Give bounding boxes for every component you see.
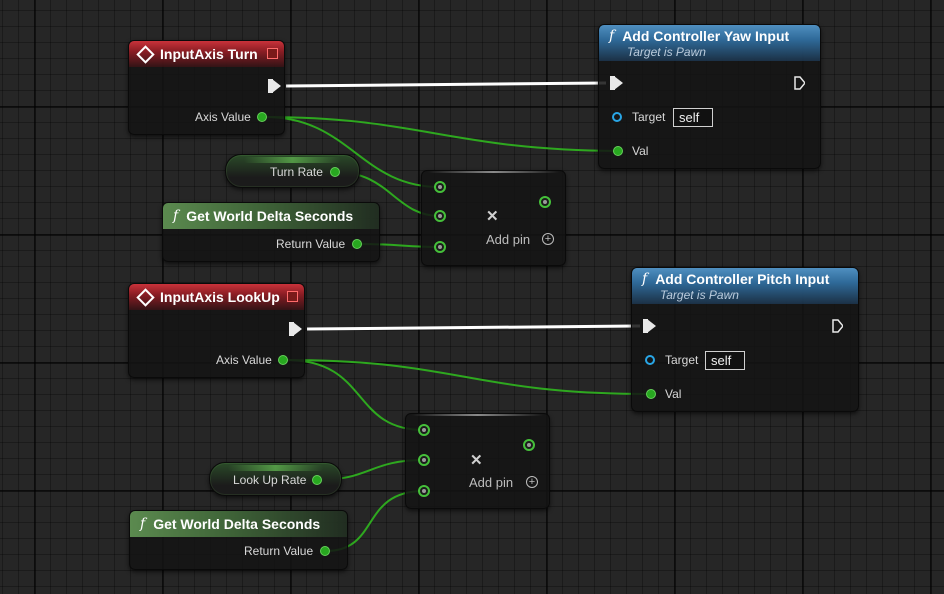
axis-value-pin[interactable]	[278, 355, 288, 365]
node-title: Get World Delta Seconds	[186, 208, 354, 224]
event-icon	[136, 44, 155, 64]
val-pin[interactable]	[613, 146, 623, 156]
multiply-output-pin[interactable]	[539, 196, 551, 208]
node-title: Get World Delta Seconds	[153, 516, 321, 532]
return-value-pin[interactable]	[352, 239, 362, 249]
node-title: InputAxis Turn	[160, 46, 258, 62]
function-icon: f	[173, 208, 179, 224]
axis-value-pin[interactable]	[257, 112, 267, 122]
delegate-pin-icon[interactable]	[287, 291, 298, 302]
function-icon: f	[642, 271, 648, 287]
val-label: Val	[665, 387, 682, 401]
target-label: Target	[665, 353, 699, 367]
exec-wire-turn	[285, 81, 607, 88]
val-pin[interactable]	[646, 389, 656, 399]
multiply-icon: ✕	[470, 452, 483, 469]
multiply-input-pin-c[interactable]	[434, 241, 446, 253]
node-title: Add Controller Yaw Input	[622, 28, 790, 44]
look-up-rate-pin[interactable]	[312, 475, 322, 485]
axis-value-label: Axis Value	[195, 110, 251, 124]
target-pin[interactable]	[612, 112, 622, 122]
get-world-delta-seconds-node-2[interactable]: f Get World Delta Seconds	[129, 510, 348, 570]
function-icon: f	[140, 516, 146, 532]
wire-lookup-axis-to-multiply	[285, 359, 425, 431]
exec-wire-lookup	[306, 324, 641, 331]
wire-turn-axis-to-yaw-val	[264, 116, 619, 152]
return-value-pin[interactable]	[320, 546, 330, 556]
target-value-field[interactable]: self	[673, 108, 713, 127]
delegate-pin-icon[interactable]	[267, 48, 278, 59]
multiply-input-pin-b[interactable]	[418, 454, 430, 466]
exec-out-pin[interactable]	[794, 76, 805, 90]
multiply-input-pin-b[interactable]	[434, 210, 446, 222]
add-pin-label: Add pin	[486, 232, 531, 247]
add-pin-plus-icon[interactable]: +	[542, 233, 554, 245]
target-label: Target	[632, 110, 666, 124]
axis-value-label: Axis Value	[216, 353, 272, 367]
exec-out-pin[interactable]	[832, 319, 843, 333]
add-pin-label: Add pin	[469, 475, 514, 490]
target-value-field[interactable]: self	[705, 351, 745, 370]
multiply-input-pin-a[interactable]	[434, 181, 446, 193]
look-up-rate-label: Look Up Rate	[233, 473, 307, 487]
add-pin-plus-icon[interactable]: +	[526, 476, 538, 488]
turn-rate-label: Turn Rate	[270, 165, 323, 179]
exec-in-pin[interactable]	[643, 319, 656, 333]
multiply-input-pin-a[interactable]	[418, 424, 430, 436]
multiply-icon: ✕	[486, 208, 499, 225]
node-title: InputAxis LookUp	[160, 289, 280, 305]
node-subtitle: Target is Pawn	[660, 288, 739, 302]
exec-out-pin[interactable]	[268, 79, 281, 93]
multiply-output-pin[interactable]	[523, 439, 535, 451]
val-label: Val	[632, 144, 649, 158]
node-subtitle: Target is Pawn	[627, 45, 706, 59]
exec-in-pin[interactable]	[610, 76, 623, 90]
function-icon: f	[609, 28, 615, 44]
node-title: Add Controller Pitch Input	[655, 271, 830, 287]
return-value-label: Return Value	[244, 544, 314, 558]
target-pin[interactable]	[645, 355, 655, 365]
exec-out-pin[interactable]	[289, 322, 302, 336]
turn-rate-pin[interactable]	[330, 167, 340, 177]
get-world-delta-seconds-node-1[interactable]: f Get World Delta Seconds	[162, 202, 380, 262]
event-icon	[136, 287, 155, 307]
multiply-input-pin-c[interactable]	[418, 485, 430, 497]
return-value-label: Return Value	[276, 237, 346, 251]
